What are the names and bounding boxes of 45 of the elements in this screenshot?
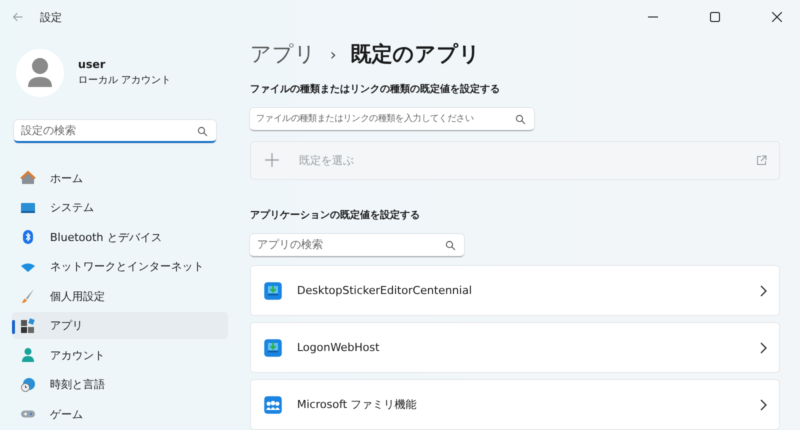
- nav-item[interactable]: ゲーム: [12, 400, 228, 428]
- brush-icon: [20, 288, 36, 304]
- download-box-icon: [263, 280, 283, 300]
- breadcrumb-parent[interactable]: アプリ: [250, 40, 316, 68]
- breadcrumb-separator: ›: [330, 44, 336, 64]
- plus-icon: [265, 153, 279, 168]
- section-heading: アプリケーションの既定値を設定する: [250, 208, 421, 222]
- search-icon: [197, 126, 208, 137]
- search-icon: [515, 114, 526, 125]
- external-link-icon: [756, 154, 767, 166]
- section-heading: ファイルの種類またはリンクの種類の既定値を設定する: [250, 82, 501, 96]
- account-type: ローカル アカウント: [78, 74, 172, 88]
- nav-item[interactable]: ホーム: [12, 164, 228, 192]
- globe-clock-icon: [20, 376, 36, 393]
- apps-icon: [20, 318, 36, 334]
- close-icon[interactable]: [772, 12, 782, 22]
- app-row[interactable]: DesktopStickerEditorCentennial: [250, 265, 780, 316]
- back-arrow-icon[interactable]: [12, 11, 24, 23]
- nav-item[interactable]: システム: [12, 194, 228, 222]
- settings-search-field[interactable]: 設定の検索: [14, 120, 216, 143]
- nav-item[interactable]: ネットワークとインターネット: [12, 253, 228, 280]
- nav-item[interactable]: アプリ: [12, 312, 228, 340]
- page-title: 既定のアプリ: [350, 41, 480, 68]
- nav-item[interactable]: 個人用設定: [12, 282, 228, 310]
- chevron-right-icon: [759, 342, 767, 354]
- nav-item[interactable]: アカウント: [12, 342, 228, 369]
- app-row[interactable]: Microsoft ファミリ機能: [250, 379, 780, 430]
- app-search-field[interactable]: アプリの検索: [250, 234, 464, 257]
- chevron-right-icon: [759, 284, 767, 296]
- home-icon: [20, 170, 36, 186]
- people-icon: [263, 394, 283, 414]
- avatar: [16, 48, 64, 97]
- search-icon: [445, 240, 456, 251]
- chevron-right-icon: [759, 398, 767, 410]
- file-type-search-field[interactable]: ファイルの種類またはリンクの種類を入力してください: [250, 108, 534, 131]
- bluetooth-icon: [20, 229, 36, 246]
- user-name: user: [78, 58, 106, 72]
- choose-default-label: 既定を選ぶ: [299, 152, 355, 168]
- download-box-icon: [263, 338, 283, 358]
- app-row[interactable]: LogonWebHost: [250, 322, 780, 373]
- nav-item[interactable]: Bluetooth とデバイス: [12, 224, 228, 251]
- window-title: 設定: [40, 10, 62, 24]
- person-icon: [20, 347, 36, 364]
- maximize-icon[interactable]: [710, 12, 720, 22]
- nav-item[interactable]: 時刻と言語: [12, 371, 228, 398]
